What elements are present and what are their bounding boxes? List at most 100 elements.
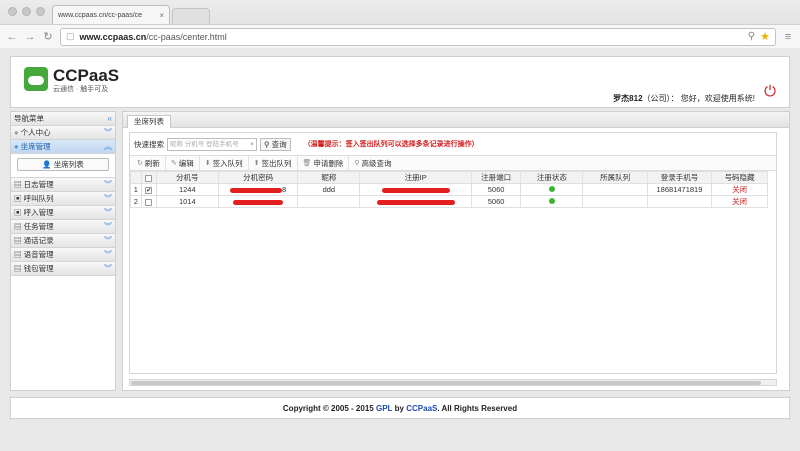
search-icon: ⚲ [354, 160, 360, 167]
main-tabbar: 坐席列表 [123, 112, 789, 128]
select-all-checkbox[interactable] [145, 174, 153, 182]
browser-navbar: ← → ↻ ▢ www.ccpaas.cn/cc-paas/center.htm… [0, 24, 800, 48]
cell-status [520, 183, 584, 196]
advanced-search-button[interactable]: ⚲ 高级查询 [349, 156, 396, 170]
browser-tab[interactable]: www.ccpaas.cn/cc-paas/ce × [52, 5, 170, 24]
col-phone[interactable]: 登录手机号 [646, 171, 713, 184]
trash-icon: 🗑 [302, 160, 312, 167]
collapse-sidebar-icon[interactable]: « [108, 114, 112, 123]
url-text: www.ccpaas.cn/cc-paas/center.html [79, 31, 227, 42]
table-row[interactable]: 2 1014 5060 关闭 [130, 195, 768, 208]
brand-name: CCPaaS [53, 66, 120, 85]
col-ip[interactable]: 注册IP [359, 171, 472, 184]
menu-icon[interactable]: ≡ [782, 31, 794, 43]
chevron-down-icon: ︾ [104, 208, 112, 217]
search-row: 快速搜索 昵称 分机号 登陆手机号 × ⚲ 查询 （温馨提示：签入签出队列可以选择… [130, 133, 776, 155]
col-hide[interactable]: 号码隐藏 [711, 171, 768, 184]
horizontal-scrollbar[interactable] [129, 379, 777, 386]
refresh-icon: ↻ [137, 160, 143, 167]
col-queue[interactable]: 所属队列 [582, 171, 648, 184]
sidebar-item-queue[interactable]: ▣ 呼叫队列 ︾ [11, 192, 115, 206]
forward-icon[interactable]: → [24, 31, 36, 43]
sidebar-item-logs[interactable]: ▤ 日志管理 ︾ [11, 178, 115, 192]
cell-port: 5060 [470, 195, 522, 208]
maximize-window-button[interactable] [36, 7, 45, 16]
minimize-window-button[interactable] [22, 7, 31, 16]
cell-hide[interactable]: 关闭 [711, 195, 768, 208]
refresh-button[interactable]: ↻ 刷新 [132, 156, 166, 170]
logo: CCPaaS 云通信 · 触手可及 [24, 67, 119, 94]
select-all-checkbox-header[interactable] [140, 171, 157, 184]
sidebar-item-agents[interactable]: ● 坐席管理 ︽ [11, 140, 115, 154]
col-port[interactable]: 注册端口 [470, 171, 522, 184]
sign-out-queue-button[interactable]: ⬆ 签出队列 [249, 156, 298, 170]
row-number: 2 [130, 195, 142, 208]
cell-ext: 1244 [155, 183, 219, 196]
chevron-down-icon: ︾ [104, 128, 112, 137]
cell-phone: 18681471819 [646, 183, 713, 196]
online-status-dot-icon [548, 198, 555, 204]
col-status[interactable]: 注册状态 [520, 171, 584, 184]
sidebar-item-wallet[interactable]: ▤ 钱包管理 ︾ [11, 262, 115, 276]
back-icon[interactable]: ← [6, 31, 18, 43]
voice-icon: ▤ [14, 250, 22, 259]
row-number-header [130, 171, 142, 184]
chevron-down-icon: ︾ [104, 222, 112, 231]
row-checkbox-cell[interactable] [140, 195, 157, 208]
sidebar-sub-agent-list[interactable]: 👤 坐席列表 [17, 158, 109, 171]
sidebar: 导航菜单 « ● 个人中心 ︾ ● 坐席管理 ︽ 👤 坐席列表 ▤ 日志管理 ︾ ▣ 呼… [10, 111, 116, 391]
reload-icon[interactable]: ↻ [42, 30, 54, 43]
close-tab-icon[interactable]: × [159, 11, 164, 20]
tip-text: （温馨提示：签入签出队列可以选择多条记录进行操作） [303, 141, 479, 148]
redaction-mark [381, 187, 450, 193]
arrow-up-icon: ⬆ [253, 160, 260, 167]
search-icon: ⚲ [264, 139, 270, 149]
sidebar-item-calls[interactable]: ▤ 通话记录 ︾ [11, 234, 115, 248]
scrollbar-thumb[interactable] [131, 381, 761, 385]
row-checkbox[interactable] [145, 198, 153, 206]
redaction-mark [376, 199, 455, 205]
sidebar-item-inbound[interactable]: ▣ 呼入管理 ︾ [11, 206, 115, 220]
address-bar[interactable]: ▢ www.ccpaas.cn/cc-paas/center.html ⚲ ★ [60, 27, 776, 46]
row-checkbox-cell[interactable]: ✔ [140, 183, 157, 196]
row-checkbox-checked[interactable]: ✔ [145, 186, 153, 194]
agent-list-panel: 快速搜索 昵称 分机号 登陆手机号 × ⚲ 查询 （温馨提示：签入签出队列可以选择… [129, 132, 777, 374]
zoom-icon[interactable]: ⚲ [748, 31, 755, 42]
close-window-button[interactable] [8, 7, 17, 16]
chevron-up-icon: ︽ [104, 142, 112, 151]
browser-chrome: www.ccpaas.cn/cc-paas/ce × ← → ↻ ▢ www.c… [0, 0, 800, 48]
cell-hide[interactable]: 关闭 [711, 183, 768, 196]
col-nick[interactable]: 昵称 [297, 171, 361, 184]
agent-table: 分机号 分机密码 昵称 注册IP 注册端口 注册状态 所属队列 登录手机号 号码… [130, 171, 768, 208]
cell-ip [359, 183, 472, 196]
table-header-row: 分机号 分机密码 昵称 注册IP 注册端口 注册状态 所属队列 登录手机号 号码… [130, 171, 768, 184]
col-pwd[interactable]: 分机密码 [217, 171, 299, 184]
search-label: 快速搜索 [134, 139, 164, 149]
request-delete-button[interactable]: 🗑 申请删除 [298, 156, 350, 170]
col-ext[interactable]: 分机号 [155, 171, 219, 184]
search-input[interactable]: 昵称 分机号 登陆手机号 × [167, 137, 257, 151]
sidebar-item-tasks[interactable]: ▤ 任务管理 ︾ [11, 220, 115, 234]
app-header: CCPaaS 云通信 · 触手可及 罗杰812（公司）： 您好，欢迎使用系统! … [10, 56, 790, 108]
chevron-down-icon: ︾ [104, 236, 112, 245]
agents-icon: ● [14, 142, 19, 151]
wallet-icon: ▤ [14, 264, 22, 273]
sidebar-submenu-agents: 👤 坐席列表 [11, 158, 115, 178]
sign-in-queue-button[interactable]: ⬇ 签入队列 [200, 156, 249, 170]
person-icon: ● [14, 128, 19, 137]
chevron-down-icon: ︾ [104, 264, 112, 273]
clear-search-icon[interactable]: × [250, 139, 254, 151]
new-tab-button[interactable] [172, 8, 210, 24]
table-row[interactable]: 1 ✔ 1244 8 ddd 5060 18681471819 关闭 [130, 183, 768, 196]
sidebar-item-voice[interactable]: ▤ 语音管理 ︾ [11, 248, 115, 262]
online-status-dot-icon [548, 186, 555, 192]
logout-power-icon[interactable]: ⏻ [761, 83, 779, 101]
search-button[interactable]: ⚲ 查询 [260, 137, 291, 151]
sidebar-item-personal[interactable]: ● 个人中心 ︾ [11, 126, 115, 140]
edit-button[interactable]: ✎ 编辑 [166, 156, 200, 170]
cell-pwd [217, 195, 299, 208]
row-number: 1 [130, 183, 142, 196]
tab-agent-list[interactable]: 坐席列表 [127, 115, 171, 128]
bookmark-star-icon[interactable]: ★ [760, 30, 770, 43]
chevron-down-icon: ︾ [104, 194, 112, 203]
